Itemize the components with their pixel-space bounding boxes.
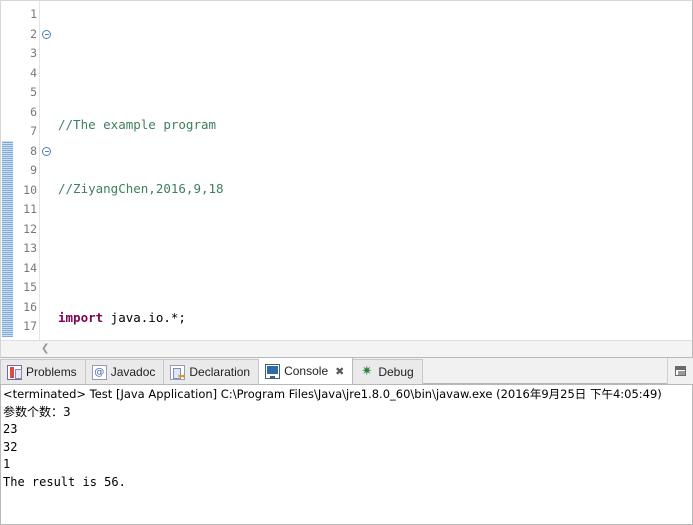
line-number: 10 — [23, 182, 37, 197]
line-number: 17 — [23, 319, 37, 333]
tab-label: Javadoc — [110, 365, 156, 379]
java-editor[interactable]: 1 2 3 4 5 6 7 8 9 10 11 12 13 14 15 16 1… — [0, 0, 693, 358]
line-number: 3 — [30, 46, 37, 60]
fold-row — [40, 64, 54, 84]
code-line[interactable]: //ZiyangChen,2016,9,18 — [54, 179, 692, 199]
code-line[interactable]: import java.io.*; — [54, 308, 692, 328]
line-number: 11 — [12, 200, 39, 220]
fold-row — [40, 317, 54, 337]
console-status-line: <terminated> Test [Java Application] C:\… — [3, 387, 662, 401]
problems-icon — [7, 364, 22, 380]
fold-row — [40, 278, 54, 298]
maximize-button[interactable] — [667, 358, 693, 384]
tab-label: Debug — [378, 365, 414, 379]
fold-row[interactable] — [40, 142, 54, 162]
line-number: 12 — [12, 219, 39, 240]
code-line[interactable] — [54, 50, 692, 70]
fold-row — [40, 83, 54, 103]
code-text-area[interactable]: //The example program //ZiyangChen,2016,… — [54, 1, 692, 340]
line-number: 8 — [30, 143, 37, 158]
line-number: 1 — [30, 7, 37, 21]
console-line: 23 — [3, 422, 18, 436]
line-number: 13 — [23, 241, 37, 255]
code-line[interactable] — [54, 244, 692, 264]
declaration-icon — [170, 364, 186, 382]
folding-ruler[interactable] — [40, 1, 54, 340]
line-number-ruler: 1 2 3 4 5 6 7 8 9 10 11 12 13 14 15 16 1… — [12, 1, 39, 341]
tab-label: Console — [284, 364, 329, 378]
console-line: The result is 56. — [3, 474, 126, 489]
tab-javadoc[interactable]: @ Javadoc — [85, 359, 165, 384]
console-line: 32 — [3, 439, 18, 454]
fold-collapse-icon[interactable] — [42, 146, 51, 156]
line-number: 4 — [30, 65, 37, 80]
tab-problems[interactable]: Problems — [0, 359, 86, 384]
fold-row — [40, 200, 54, 220]
close-icon[interactable]: ✖ — [335, 365, 344, 378]
bottom-view-stack: Problems @ Javadoc Declaration Console ✖… — [0, 358, 693, 525]
line-number: 14 — [12, 258, 39, 279]
fold-row — [40, 220, 54, 240]
view-tab-bar: Problems @ Javadoc Declaration Console ✖… — [0, 358, 693, 385]
annotation-bar-occurrence — [2, 141, 13, 337]
fold-collapse-icon[interactable] — [42, 29, 51, 39]
fold-row — [40, 337, 54, 341]
fold-row — [40, 298, 54, 318]
line-number: 9 — [30, 163, 37, 177]
line-number: 5 — [30, 85, 37, 99]
fold-row[interactable] — [40, 25, 54, 45]
console-line: 1 — [3, 457, 11, 471]
eclipse-window: 1 2 3 4 5 6 7 8 9 10 11 12 13 14 15 16 1… — [0, 0, 693, 525]
line-number: 16 — [23, 299, 37, 314]
comment-token: //ZiyangChen,2016,9,18 — [58, 181, 224, 196]
fold-row — [40, 239, 54, 259]
scroll-left-icon[interactable]: ❮ — [41, 344, 49, 354]
fold-row — [40, 181, 54, 201]
javadoc-icon: @ — [91, 364, 107, 380]
tab-declaration[interactable]: Declaration — [164, 359, 260, 384]
tab-debug[interactable]: ✷ Debug — [353, 359, 423, 384]
code-line[interactable]: //The example program — [54, 115, 692, 135]
line-number: 6 — [30, 104, 37, 119]
keyword-token: import — [58, 310, 104, 325]
editor-horizontal-scrollbar[interactable]: ❮ — [1, 340, 692, 357]
fold-row — [40, 44, 54, 64]
fold-row — [40, 259, 54, 279]
fold-row — [40, 5, 54, 25]
line-number: 2 — [30, 26, 37, 41]
tab-label: Declaration — [189, 365, 251, 379]
maximize-icon — [675, 366, 686, 376]
tab-console[interactable]: Console ✖ — [259, 358, 354, 384]
tab-label: Problems — [26, 365, 77, 379]
fold-row — [40, 122, 54, 142]
line-number: 15 — [23, 280, 37, 294]
console-line: 参数个数：3 — [3, 404, 71, 419]
tab-bar-filler — [422, 358, 667, 384]
console-icon — [265, 363, 281, 379]
fold-row — [40, 161, 54, 181]
console-output[interactable]: <terminated> Test [Java Application] C:\… — [0, 385, 693, 525]
code-token: java.io.*; — [103, 310, 186, 325]
editor-body[interactable]: 1 2 3 4 5 6 7 8 9 10 11 12 13 14 15 16 1… — [1, 1, 692, 340]
debug-icon: ✷ — [361, 363, 373, 379]
annotation-ruler[interactable] — [1, 1, 14, 340]
line-number: 18 — [14, 337, 37, 341]
comment-token: //The example program — [58, 116, 217, 132]
fold-row — [40, 103, 54, 123]
line-number: 7 — [30, 124, 37, 138]
